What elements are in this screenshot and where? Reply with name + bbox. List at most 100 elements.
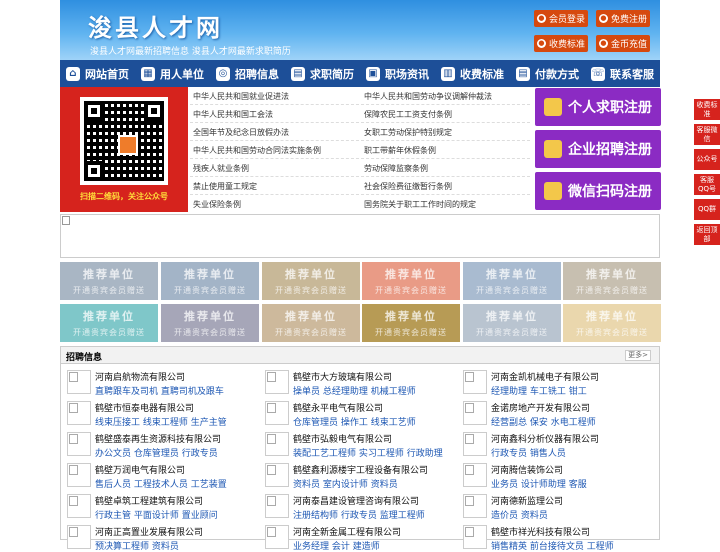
company-logo[interactable] xyxy=(463,401,487,425)
company-name[interactable]: 金诺房地产开发有限公司 xyxy=(491,401,590,414)
company-logo[interactable] xyxy=(463,494,487,518)
company-logo[interactable] xyxy=(67,370,91,394)
recommend-slot[interactable]: 推荐单位 开通贵宾会员赠送 xyxy=(362,262,460,300)
recommend-slot[interactable]: 推荐单位 开通贵宾会员赠送 xyxy=(60,262,158,300)
company-positions[interactable]: 行政主管 平面设计师 置业顾问 xyxy=(95,508,218,521)
side-button[interactable]: QQ群 xyxy=(694,199,720,220)
company-positions[interactable]: 办公文员 仓库管理员 行政专员 xyxy=(95,446,218,459)
company-name[interactable]: 河南腾信装饰公司 xyxy=(491,463,563,476)
company-logo[interactable] xyxy=(265,463,289,487)
company-name[interactable]: 鹤壁市弘毅电气有限公司 xyxy=(293,432,392,445)
company-positions[interactable]: 售后人员 工程技术人员 工艺装置 xyxy=(95,477,227,490)
company-name[interactable]: 河南正高置业发展有限公司 xyxy=(95,525,203,538)
company-name[interactable]: 河南鑫科分析仪器有限公司 xyxy=(491,432,599,445)
law-link[interactable]: 中华人民共和国就业促进法 xyxy=(193,91,289,102)
company-name[interactable]: 鹤壁盛泰再生资源科技有限公司 xyxy=(95,432,221,445)
company-logo[interactable] xyxy=(265,432,289,456)
company-logo[interactable] xyxy=(463,370,487,394)
recommend-slot[interactable]: 推荐单位 开通贵宾会员赠送 xyxy=(161,304,259,342)
employer-register-button[interactable]: 企业招聘注册 xyxy=(535,130,661,168)
company-logo[interactable] xyxy=(463,463,487,487)
side-button[interactable]: 收费标准 xyxy=(694,99,720,120)
nav-payment[interactable]: ▤ 付款方式 xyxy=(510,66,585,82)
recharge-button[interactable]: ● 金币充值 xyxy=(596,35,650,52)
company-positions[interactable]: 业务员 设计师助理 客服 xyxy=(491,477,587,490)
company-logo[interactable] xyxy=(67,463,91,487)
company-name[interactable]: 河南德新监理公司 xyxy=(491,494,563,507)
law-link[interactable]: 保障农民工工资支付条例 xyxy=(364,109,452,120)
company-name[interactable]: 鹤壁万润电气有限公司 xyxy=(95,463,185,476)
ad-banner[interactable] xyxy=(60,214,660,258)
company-logo[interactable] xyxy=(67,525,91,549)
company-logo[interactable] xyxy=(265,401,289,425)
nav-pricing[interactable]: ▥ 收费标准 xyxy=(435,66,510,82)
company-logo[interactable] xyxy=(265,525,289,549)
company-name[interactable]: 鹤壁鑫利源楼宇工程设备有限公司 xyxy=(293,463,428,476)
company-logo[interactable] xyxy=(67,494,91,518)
company-positions[interactable]: 注册结构师 行政专员 监理工程师 xyxy=(293,508,425,521)
company-logo[interactable] xyxy=(265,494,289,518)
company-positions[interactable]: 造价员 资料员 xyxy=(491,508,548,521)
side-button[interactable]: 返回顶部 xyxy=(694,224,720,245)
company-positions[interactable]: 直聘跟车及司机 直聘司机及跟车 xyxy=(95,384,224,397)
law-link[interactable]: 国务院关于职工工作时间的规定 xyxy=(364,199,476,210)
nav-resumes[interactable]: ▤ 求职简历 xyxy=(285,66,360,82)
company-name[interactable]: 河南泰昌建设管理咨询有限公司 xyxy=(293,494,419,507)
company-positions[interactable]: 经营副总 保安 水电工程师 xyxy=(491,415,596,428)
company-positions[interactable]: 销售精英 前台接待文员 工程师 xyxy=(491,539,614,552)
law-link[interactable]: 禁止使用童工规定 xyxy=(193,181,257,192)
law-link[interactable]: 职工带薪年休假条例 xyxy=(364,145,436,156)
company-positions[interactable]: 仓库管理员 操作工 线束工艺师 xyxy=(293,415,416,428)
login-button[interactable]: ● 会员登录 xyxy=(534,10,588,27)
recommend-slot[interactable]: 推荐单位 开通贵宾会员赠送 xyxy=(262,304,360,342)
company-positions[interactable]: 行政专员 销售人员 xyxy=(491,446,566,459)
side-button[interactable]: 客服微信 xyxy=(694,124,720,145)
law-link[interactable]: 中华人民共和国劳动合同法实施条例 xyxy=(193,145,321,156)
company-logo[interactable] xyxy=(463,432,487,456)
company-name[interactable]: 鹤壁卓筑工程建筑有限公司 xyxy=(95,494,203,507)
more-link[interactable]: 更多> xyxy=(625,350,651,361)
nav-employers[interactable]: ▦ 用人单位 xyxy=(135,66,210,82)
recommend-slot[interactable]: 推荐单位 开通贵宾会员赠送 xyxy=(362,304,460,342)
side-button[interactable]: 公众号 xyxy=(694,149,720,170)
price-button[interactable]: ● 收费标准 xyxy=(534,35,588,52)
company-logo[interactable] xyxy=(463,525,487,549)
recommend-slot[interactable]: 推荐单位 开通贵宾会员赠送 xyxy=(161,262,259,300)
company-logo[interactable] xyxy=(67,432,91,456)
company-name[interactable]: 鹤壁市大方玻璃有限公司 xyxy=(293,370,392,383)
company-positions[interactable]: 经理助理 车工铣工 钳工 xyxy=(491,384,587,397)
recommend-slot[interactable]: 推荐单位 开通贵宾会员赠送 xyxy=(262,262,360,300)
register-button[interactable]: ● 免费注册 xyxy=(596,10,650,27)
company-logo[interactable] xyxy=(265,370,289,394)
side-button[interactable]: 客服QQ号 xyxy=(694,174,720,195)
company-name[interactable]: 鹤壁永平电气有限公司 xyxy=(293,401,383,414)
recommend-slot[interactable]: 推荐单位 开通贵宾会员赠送 xyxy=(60,304,158,342)
company-name[interactable]: 河南启航物流有限公司 xyxy=(95,370,185,383)
law-link[interactable]: 中华人民共和国劳动争议调解仲裁法 xyxy=(364,91,492,102)
company-name[interactable]: 鹤壁市祥光科技有限公司 xyxy=(491,525,590,538)
nav-contact[interactable]: ☏ 联系客服 xyxy=(585,66,660,82)
company-positions[interactable]: 业务经理 会计 建造师 xyxy=(293,539,380,552)
nav-home[interactable]: ⌂ 网站首页 xyxy=(60,66,135,82)
nav-news[interactable]: ▣ 职场资讯 xyxy=(360,66,435,82)
law-link[interactable]: 失业保险条例 xyxy=(193,199,241,210)
company-logo[interactable] xyxy=(67,401,91,425)
company-name[interactable]: 鹤壁市恒泰电器有限公司 xyxy=(95,401,194,414)
company-positions[interactable]: 预决算工程师 资料员 xyxy=(95,539,179,552)
wechat-register-button[interactable]: 微信扫码注册 xyxy=(535,172,661,210)
site-logo[interactable]: 浚县人才网 xyxy=(88,8,223,43)
law-link[interactable]: 女职工劳动保护特别规定 xyxy=(364,127,452,138)
law-link[interactable]: 劳动保障监察条例 xyxy=(364,163,428,174)
recommend-slot[interactable]: 推荐单位 开通贵宾会员赠送 xyxy=(563,304,661,342)
recommend-slot[interactable]: 推荐单位 开通贵宾会员赠送 xyxy=(463,304,561,342)
law-link[interactable]: 全国年节及纪念日放假办法 xyxy=(193,127,289,138)
company-positions[interactable]: 操单员 总经理助理 机械工程师 xyxy=(293,384,416,397)
recommend-slot[interactable]: 推荐单位 开通贵宾会员赠送 xyxy=(463,262,561,300)
job-seeker-register-button[interactable]: 个人求职注册 xyxy=(535,88,661,126)
company-name[interactable]: 河南全新金属工程有限公司 xyxy=(293,525,401,538)
company-positions[interactable]: 资料员 室内设计师 资料员 xyxy=(293,477,398,490)
company-name[interactable]: 河南金凯机械电子有限公司 xyxy=(491,370,599,383)
nav-jobs[interactable]: ◎ 招聘信息 xyxy=(210,66,285,82)
company-positions[interactable]: 装配工艺工程师 实习工程师 行政助理 xyxy=(293,446,443,459)
law-link[interactable]: 社会保险费征缴暂行条例 xyxy=(364,181,452,192)
